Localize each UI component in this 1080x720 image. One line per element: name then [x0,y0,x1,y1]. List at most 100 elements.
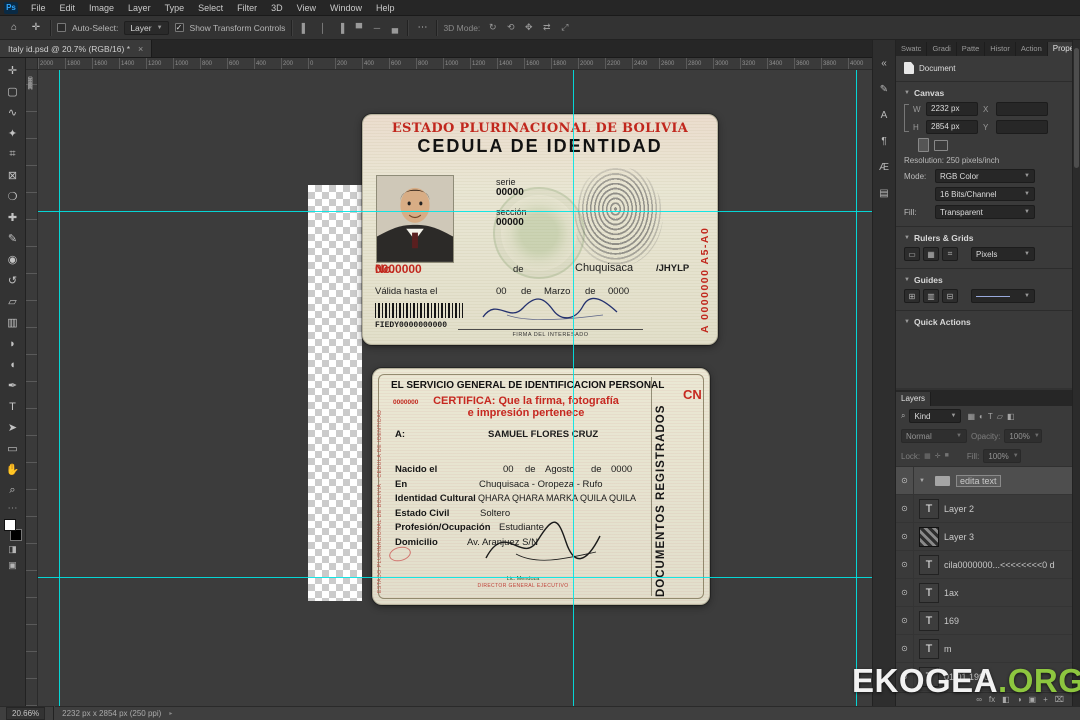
clear-guides-icon[interactable]: ⊟ [942,289,958,303]
color-mode-select[interactable]: RGB Color ▼ [935,169,1035,183]
align-left-icon[interactable]: ▌ [298,23,311,33]
glyphs-panel-icon[interactable]: Æ [879,162,889,173]
layer-name[interactable]: m [944,644,952,654]
more-options-icon[interactable]: ⋯ [414,22,430,33]
height-input[interactable]: 2854 px [926,120,978,134]
history-brush-tool[interactable]: ↺ [2,270,24,291]
zoom-tool[interactable]: ⌕ [2,480,24,501]
align-right-icon[interactable]: ▐ [334,23,347,33]
type-tool[interactable]: T [2,396,24,417]
guide-vertical[interactable] [856,70,857,706]
layer-visibility-toggle[interactable]: ⊙ [896,467,914,494]
paragraph-panel-icon[interactable]: ¶ [881,136,886,147]
y-input[interactable] [996,120,1048,134]
lock-all-icon[interactable]: ■ [945,452,949,460]
layer-visibility-toggle[interactable]: ⊙ [896,635,914,662]
crop-tool[interactable]: ⌗ [2,144,24,165]
edit-toolbar-icon[interactable]: ⋯ [2,501,24,515]
guide-horizontal[interactable] [38,577,872,578]
frame-tool[interactable]: ⊠ [2,165,24,186]
cila0000000...<<<<<<<<0 d[interactable]: ⊙ ▼ T cila0000000...<<<<<<<<0 d [896,551,1072,579]
canvas[interactable]: ESTADO PLURINACIONAL DE BOLIVIA CEDULA D… [38,70,872,706]
units-select[interactable]: Pixels ▼ [971,247,1035,261]
menu-item[interactable]: File [24,0,53,16]
menu-item[interactable]: View [290,0,323,16]
home-icon[interactable]: ⌂ [6,22,22,33]
filter-type-layers-icon[interactable]: T [988,412,993,421]
auto-select-checkbox[interactable] [57,23,66,32]
1ax[interactable]: ⊙ ▼ T 1ax [896,579,1072,607]
align-center-h-icon[interactable]: │ [316,23,329,33]
gradient-tool[interactable]: ▥ [2,312,24,333]
auto-select-dropdown[interactable]: Layer ▼ [124,20,169,35]
pan-3d-icon[interactable]: ✥ [522,22,535,33]
layer-name[interactable]: 169 [944,616,959,626]
guide-vertical[interactable] [573,70,574,706]
dodge-tool[interactable]: ◖ [2,354,24,375]
horizontal-ruler[interactable]: 2000 1800 1600 1400 1200 1000 800 600 400 200 0 200… [38,58,872,70]
portrait-orientation-icon[interactable] [918,138,929,152]
opacity-select[interactable]: 100% ▼ [1004,429,1043,443]
hand-tool[interactable]: ✋ [2,459,24,480]
m[interactable]: ⊙ ▼ T m [896,635,1072,663]
eraser-tool[interactable]: ▱ [2,291,24,312]
section-quick-actions[interactable]: ▼ Quick Actions [904,317,1064,327]
brushes-panel-icon[interactable]: ✎ [880,84,888,95]
lock-position-icon[interactable]: ✛ [935,452,941,460]
eyedropper-tool[interactable]: ❍ [2,186,24,207]
menu-item[interactable]: Select [191,0,230,16]
width-input[interactable]: 2232 px [926,102,978,116]
character-panel-icon[interactable]: A [881,110,888,121]
status-options-icon[interactable]: ▸ [169,710,172,717]
layer-visibility-toggle[interactable]: ⊙ [896,551,914,578]
link-dimensions-icon[interactable] [904,104,909,132]
search-icon[interactable]: ⌕ [901,411,905,421]
align-middle-icon[interactable]: ─ [370,23,383,33]
layer-name[interactable]: 1ax [944,588,959,598]
169[interactable]: ⊙ ▼ T 169 [896,607,1072,635]
menu-item[interactable]: Window [323,0,369,16]
align-bottom-icon[interactable]: ▄ [388,23,401,33]
collapse-dock-icon[interactable]: « [881,58,887,69]
new-guide-icon[interactable]: ⊞ [904,289,920,303]
document-tab[interactable]: Italy id.psd @ 20.7% (RGB/16) * × [0,40,153,57]
lock-transparency-icon[interactable]: ▦ [924,452,931,460]
panel-tab[interactable]: Swatc [896,42,928,56]
ruler-icon[interactable]: ▭ [904,247,920,261]
canvas-fill-select[interactable]: Transparent ▼ [935,205,1035,219]
orbit-3d-icon[interactable]: ↻ [486,22,499,33]
move-tool[interactable]: ✛ [2,60,24,81]
panel-tab[interactable]: Histor [985,42,1016,56]
healing-brush-tool[interactable]: ✚ [2,207,24,228]
blur-tool[interactable]: ◗ [2,333,24,354]
layer-name[interactable]: edita text [956,474,1001,487]
roll-3d-icon[interactable]: ⟲ [504,22,517,33]
quick-selection-tool[interactable]: ✦ [2,123,24,144]
vertical-ruler[interactable]: 1000 800 600 400 200 0 200 400 600 800 1000 1200 140… [26,70,38,706]
menu-item[interactable]: Edit [53,0,83,16]
bit-depth-select[interactable]: 16 Bits/Channel ▼ [935,187,1035,201]
section-rulers-grids[interactable]: ▼ Rulers & Grids [904,233,1064,243]
align-top-icon[interactable]: ▀ [352,23,365,33]
marquee-tool[interactable]: ▢ [2,81,24,102]
layer-visibility-toggle[interactable]: ⊙ [896,607,914,634]
menu-item[interactable]: Type [158,0,192,16]
quick-mask-icon[interactable]: ◨ [2,541,24,557]
panel-scrollbar[interactable] [1072,40,1080,706]
tab-layers[interactable]: Layers [896,392,932,406]
grid-icon[interactable]: ▦ [923,247,939,261]
layer-visibility-toggle[interactable]: ⊙ [896,579,914,606]
menu-item[interactable]: Image [82,0,121,16]
zoom-level-input[interactable]: 20.66% [6,707,46,720]
guide-layout-icon[interactable]: ▥ [923,289,939,303]
layer-visibility-toggle[interactable]: ⊙ [896,523,914,550]
brush-tool[interactable]: ✎ [2,228,24,249]
x-input[interactable] [996,102,1048,116]
layer-name[interactable]: Layer 3 [944,532,974,542]
clone-stamp-tool[interactable]: ◉ [2,249,24,270]
color-swatches[interactable] [3,519,23,541]
lasso-tool[interactable]: ∿ [2,102,24,123]
close-tab-icon[interactable]: × [138,44,143,54]
panel-tab[interactable]: Gradi [927,42,957,56]
pen-tool[interactable]: ✒ [2,375,24,396]
